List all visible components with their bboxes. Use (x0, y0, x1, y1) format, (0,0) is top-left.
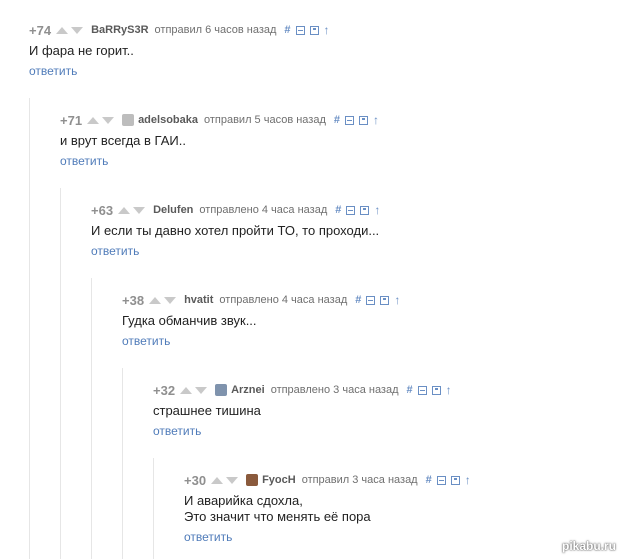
comment-tools: # ↑ (284, 24, 329, 36)
avatar (246, 474, 259, 486)
comment-tools: # ↑ (335, 204, 380, 216)
comment: +74 BaRRyS3R отправил 6 часов назад # ↑ … (29, 21, 330, 79)
reply-link[interactable]: ответить (184, 530, 471, 544)
collapse-icon[interactable] (436, 475, 446, 485)
parent-arrow-icon[interactable]: ↑ (324, 24, 330, 36)
upvote-icon[interactable] (87, 116, 100, 124)
save-icon[interactable] (360, 205, 370, 215)
save-icon[interactable] (450, 475, 460, 485)
comment-tools: # ↑ (426, 474, 471, 486)
comment-text: И фара не горит.. (29, 43, 134, 58)
comment-text: и врут всегда в ГАИ.. (60, 133, 186, 148)
comment-tools: # ↑ (334, 114, 379, 126)
downvote-icon[interactable] (102, 116, 115, 124)
permalink-icon[interactable]: # (284, 24, 290, 36)
reply-link[interactable]: ответить (122, 334, 400, 348)
comment-time: отправил 3 часа назад (301, 474, 418, 486)
comment-time: отправлено 4 часа назад (219, 294, 348, 306)
comment-text: Гудка обманчив звук... (122, 313, 257, 328)
save-icon[interactable] (380, 295, 390, 305)
permalink-icon[interactable]: # (407, 384, 413, 396)
comment-header: +30 FyocH отправил 3 часа назад # ↑ (184, 471, 471, 489)
upvote-icon[interactable] (118, 206, 131, 214)
reply-link[interactable]: ответить (91, 244, 380, 258)
downvote-icon[interactable] (71, 26, 84, 34)
reply-link[interactable]: ответить (153, 424, 452, 438)
watermark: pikabu.ru (561, 539, 616, 553)
upvote-icon[interactable] (56, 26, 69, 34)
comment-header: +71 adelsobaka отправил 5 часов назад # … (60, 111, 379, 129)
parent-arrow-icon[interactable]: ↑ (373, 114, 379, 126)
thread-line (29, 98, 30, 559)
collapse-icon[interactable] (345, 115, 354, 125)
save-icon[interactable] (431, 385, 441, 395)
comment-rating: +74 (29, 22, 52, 38)
comment: +32 Arznei отправлено 3 часа назад # ↑ с… (153, 381, 452, 439)
comment-author[interactable]: Delufen (153, 204, 193, 216)
comment-author[interactable]: adelsobaka (138, 114, 198, 126)
thread-line (60, 188, 61, 559)
upvote-icon[interactable] (149, 296, 162, 304)
comment-text: И аварийка сдохла, Это значит что менять… (184, 493, 371, 524)
comment-rating: +38 (122, 292, 145, 308)
comment: +30 FyocH отправил 3 часа назад # ↑ И ав… (184, 471, 471, 545)
parent-arrow-icon[interactable]: ↑ (446, 384, 452, 396)
permalink-icon[interactable]: # (355, 294, 361, 306)
collapse-icon[interactable] (417, 385, 427, 395)
comment-time: отправил 6 часов назад (154, 24, 277, 36)
reply-link[interactable]: ответить (29, 64, 330, 78)
thread-line (122, 368, 123, 559)
comment-text: страшнее тишина (153, 403, 261, 418)
parent-arrow-icon[interactable]: ↑ (465, 474, 471, 486)
comment-tools: # ↑ (355, 294, 400, 306)
comment: +63 Delufen отправлено 4 часа назад # ↑ … (91, 201, 380, 259)
thread-line (153, 458, 154, 559)
comment-tools: # ↑ (407, 384, 452, 396)
avatar (122, 114, 135, 126)
comment-time: отправил 5 часов назад (203, 114, 326, 126)
comment: +38 hvatit отправлено 4 часа назад # ↑ Г… (122, 291, 400, 349)
comment-rating: +63 (91, 202, 114, 218)
comment-header: +63 Delufen отправлено 4 часа назад # ↑ (91, 201, 380, 219)
permalink-icon[interactable]: # (335, 204, 341, 216)
comment-header: +32 Arznei отправлено 3 часа назад # ↑ (153, 381, 452, 399)
comment-rating: +32 (153, 382, 176, 398)
parent-arrow-icon[interactable]: ↑ (394, 294, 400, 306)
comment-rating: +71 (60, 112, 83, 128)
permalink-icon[interactable]: # (334, 114, 340, 126)
comment-header: +74 BaRRyS3R отправил 6 часов назад # ↑ (29, 21, 330, 39)
comment-author[interactable]: BaRRyS3R (91, 24, 148, 36)
comment-header: +38 hvatit отправлено 4 часа назад # ↑ (122, 291, 400, 309)
comment-rating: +30 (184, 472, 207, 488)
comment-time: отправлено 3 часа назад (270, 384, 399, 396)
thread-line (91, 278, 92, 559)
collapse-icon[interactable] (346, 205, 356, 215)
downvote-icon[interactable] (226, 476, 239, 484)
comment-text: И если ты давно хотел пройти ТО, то прох… (91, 223, 380, 238)
comment-author[interactable]: hvatit (184, 294, 213, 306)
comment-author[interactable]: Arznei (231, 384, 265, 396)
save-icon[interactable] (309, 25, 319, 35)
collapse-icon[interactable] (366, 295, 376, 305)
reply-link[interactable]: ответить (60, 154, 379, 168)
comment: +71 adelsobaka отправил 5 часов назад # … (60, 111, 379, 169)
comment-author[interactable]: FyocH (262, 474, 296, 486)
comment-time: отправлено 4 часа назад (199, 204, 328, 216)
save-icon[interactable] (359, 115, 368, 125)
downvote-icon[interactable] (133, 206, 146, 214)
parent-arrow-icon[interactable]: ↑ (374, 204, 380, 216)
avatar (215, 384, 228, 396)
downvote-icon[interactable] (195, 386, 208, 394)
downvote-icon[interactable] (164, 296, 177, 304)
upvote-icon[interactable] (180, 386, 193, 394)
permalink-icon[interactable]: # (426, 474, 432, 486)
upvote-icon[interactable] (211, 476, 224, 484)
collapse-icon[interactable] (295, 25, 305, 35)
